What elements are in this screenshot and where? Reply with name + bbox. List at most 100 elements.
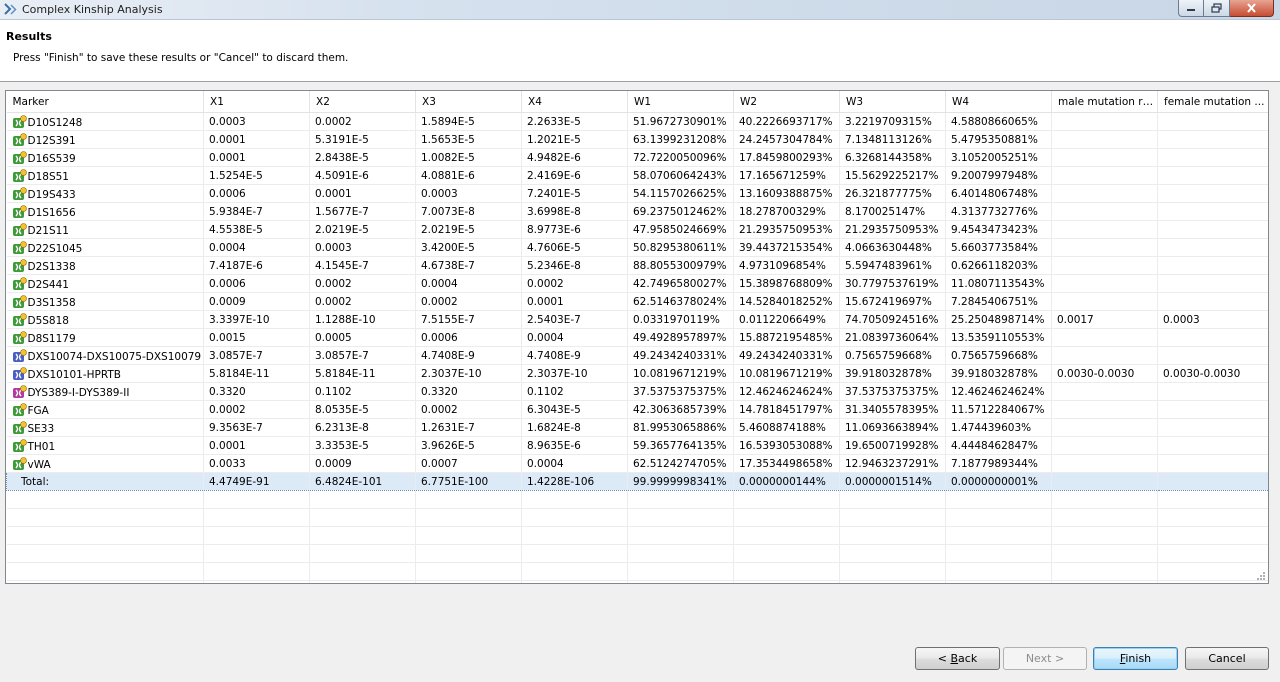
table-cell: 4.6738E-7 (415, 256, 522, 275)
resize-grip-icon[interactable] (1256, 571, 1266, 581)
table-cell (1157, 202, 1268, 221)
cancel-button-label: Cancel (1208, 652, 1246, 665)
total-cell: 6.7751E-100 (415, 472, 522, 491)
marker-name: D18S51 (27, 170, 69, 183)
empty-cell (521, 490, 628, 509)
maximize-button[interactable] (1204, 0, 1230, 17)
column-header[interactable]: W4 (945, 91, 1052, 113)
table-cell: 8.9635E-6 (521, 436, 628, 455)
table-row[interactable]: D10S1248 0.0003 0.0002 1.5894E-5 2.2633E-5 51… (6, 112, 1268, 131)
table-cell: 11.0807113543% (945, 274, 1052, 293)
finish-button[interactable]: Finish (1093, 647, 1178, 670)
table-row[interactable]: D2S441 0.0006 0.0002 0.0004 0.0002 42.7496580… (6, 274, 1268, 293)
table-row[interactable]: D12S391 0.0001 5.3191E-5 1.5653E-5 1.2021E-5… (6, 130, 1268, 149)
table-row[interactable]: D21S11 4.5538E-5 2.0219E-5 2.0219E-5 8.9773E… (6, 220, 1268, 239)
empty-cell (203, 526, 310, 545)
cancel-button[interactable]: Cancel (1185, 647, 1269, 670)
title-bar[interactable]: Complex Kinship Analysis (0, 0, 1280, 20)
table-row[interactable]: D2S1338 7.4187E-6 4.1545E-7 4.6738E-7 5.2346… (6, 256, 1268, 275)
table-cell (1157, 292, 1268, 311)
table-cell: 0.0002 (415, 400, 522, 419)
table-cell: 8.9773E-6 (521, 220, 628, 239)
table-row[interactable]: DYS389-I-DYS389-II 0.3320 0.1102 0.3320 0.11… (6, 382, 1268, 401)
table-cell: 1.474439603% (945, 418, 1052, 437)
table-row[interactable]: FGA 0.0002 8.0535E-5 0.0002 6.3043E-5 42.3063… (6, 400, 1268, 419)
marker-cell: D5S818 (6, 310, 204, 329)
column-header[interactable]: W2 (733, 91, 840, 113)
table-row[interactable]: DXS10074-DXS10075-DXS10079 3.0857E-7 3.085… (6, 346, 1268, 365)
table-row[interactable]: SE33 9.3563E-7 6.2313E-8 1.2631E-7 1.6824E-8… (6, 418, 1268, 437)
marker-cell: TH01 (6, 436, 204, 455)
next-button-label: Next > (1025, 652, 1065, 665)
back-button[interactable]: < Back (915, 647, 1000, 670)
column-header[interactable]: X2 (309, 91, 416, 113)
autosomal-marker-icon (12, 150, 27, 164)
column-header[interactable]: W1 (627, 91, 734, 113)
table-cell: 49.2434240331% (733, 346, 840, 365)
table-row[interactable]: D16S539 0.0001 2.8438E-5 1.0082E-5 4.9482E-6… (6, 148, 1268, 167)
column-header[interactable]: female mutation ... (1157, 91, 1268, 113)
marker-cell: SE33 (6, 418, 204, 437)
table-cell: 4.7606E-5 (521, 238, 628, 257)
table-row[interactable]: D5S818 3.3397E-10 1.1288E-10 7.5155E-7 2.540… (6, 310, 1268, 329)
table-cell: 4.3137732776% (945, 202, 1052, 221)
empty-cell (1051, 544, 1158, 563)
table-row[interactable]: D3S1358 0.0009 0.0002 0.0002 0.0001 62.514637… (6, 292, 1268, 311)
table-cell: 4.4448462847% (945, 436, 1052, 455)
autosomal-marker-icon (12, 420, 27, 434)
table-cell: 10.0819671219% (733, 364, 840, 383)
table-row[interactable]: D19S433 0.0006 0.0001 0.0003 7.2401E-5 54.115… (6, 184, 1268, 203)
table-cell: 30.7797537619% (839, 274, 946, 293)
marker-name: TH01 (27, 440, 56, 453)
table-row[interactable]: vWA 0.0033 0.0009 0.0007 0.0004 62.5124274705… (6, 454, 1268, 473)
table-cell: 0.0001 (203, 148, 310, 167)
empty-cell (945, 562, 1052, 581)
table-cell: 2.3037E-10 (521, 364, 628, 383)
table-cell: 37.5375375375% (627, 382, 734, 401)
marker-cell: D19S433 (6, 184, 204, 203)
table-row[interactable]: D1S1656 5.9384E-7 1.5677E-7 7.0073E-8 3.6998… (6, 202, 1268, 221)
table-row[interactable]: D18S51 1.5254E-5 4.5091E-6 4.0881E-6 2.4169E… (6, 166, 1268, 185)
app-icon (4, 3, 17, 15)
table-cell: 0.0112206649% (733, 310, 840, 329)
empty-cell (627, 526, 734, 545)
total-row[interactable]: Total: 4.4749E-91 6.4824E-101 6.7751E-100 1.… (6, 472, 1268, 491)
table-row[interactable]: TH01 0.0001 3.3353E-5 3.9626E-5 8.9635E-6 59.… (6, 436, 1268, 455)
column-header[interactable]: X4 (521, 91, 628, 113)
empty-cell (309, 508, 416, 527)
table-row[interactable]: DXS10101-HPRTB 5.8184E-11 5.8184E-11 2.3037… (6, 364, 1268, 383)
table-cell: 59.3657764135% (627, 436, 734, 455)
table-row[interactable]: D22S1045 0.0004 0.0003 3.4200E-5 4.7606E-5 50… (6, 238, 1268, 257)
column-header[interactable]: Marker (6, 91, 204, 113)
results-table-frame[interactable]: Marker X1 X2 X3 X4 W1 W2 W3 W4 male mutation rate… (5, 90, 1269, 584)
empty-cell (733, 562, 840, 581)
empty-cell (6, 526, 204, 545)
table-row[interactable]: D8S1179 0.0015 0.0005 0.0006 0.0004 49.492895… (6, 328, 1268, 347)
marker-cell: DXS10074-DXS10075-DXS10079 (6, 346, 204, 365)
table-cell (1051, 166, 1158, 185)
column-header[interactable]: X3 (415, 91, 522, 113)
next-button[interactable]: Next > (1003, 647, 1087, 670)
page-title: Results (6, 30, 52, 43)
results-table[interactable]: Marker X1 X2 X3 X4 W1 W2 W3 W4 male mutation rate… (6, 91, 1268, 583)
table-cell: 12.9463237291% (839, 454, 946, 473)
empty-cell (1051, 562, 1158, 581)
marker-cell: D2S1338 (6, 256, 204, 275)
table-cell (1157, 220, 1268, 239)
table-cell: 7.0073E-8 (415, 202, 522, 221)
column-header[interactable]: W3 (839, 91, 946, 113)
empty-cell (1157, 508, 1268, 527)
column-header[interactable]: X1 (203, 91, 310, 113)
table-cell: 72.7220050096% (627, 148, 734, 167)
column-header[interactable]: male mutation rate (1051, 91, 1158, 113)
close-button[interactable] (1230, 0, 1274, 17)
empty-row (6, 490, 1268, 509)
table-cell (1051, 202, 1158, 221)
table-cell: 4.1545E-7 (309, 256, 416, 275)
wizard-header: Results Press "Finish" to save these res… (0, 20, 1280, 82)
table-cell: 12.4624624624% (945, 382, 1052, 401)
table-cell: 0.0002 (309, 112, 416, 131)
table-cell: 21.0839736064% (839, 328, 946, 347)
autosomal-marker-icon (12, 114, 27, 128)
minimize-button[interactable] (1178, 0, 1204, 17)
